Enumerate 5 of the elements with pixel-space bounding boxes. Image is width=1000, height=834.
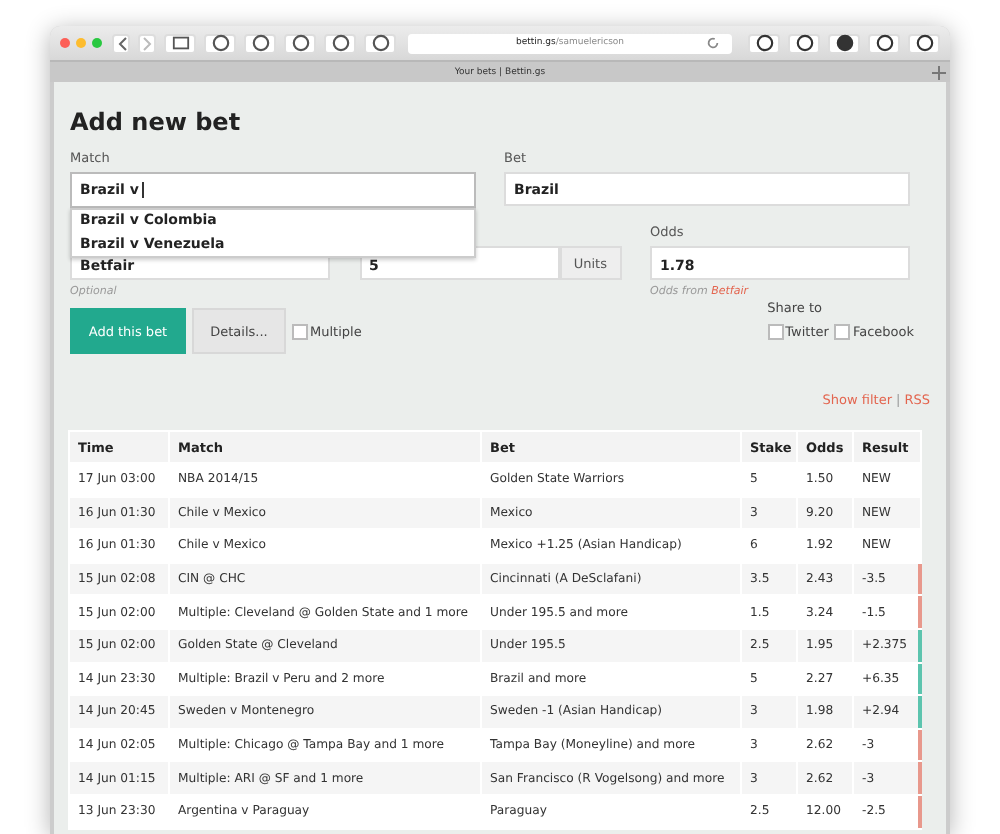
sidebar-icon[interactable] xyxy=(164,33,196,53)
form-title: Add new bet xyxy=(70,106,243,140)
new-tab-icon[interactable] xyxy=(930,64,946,80)
back-button[interactable] xyxy=(112,33,130,53)
reload-icon[interactable] xyxy=(706,36,720,50)
